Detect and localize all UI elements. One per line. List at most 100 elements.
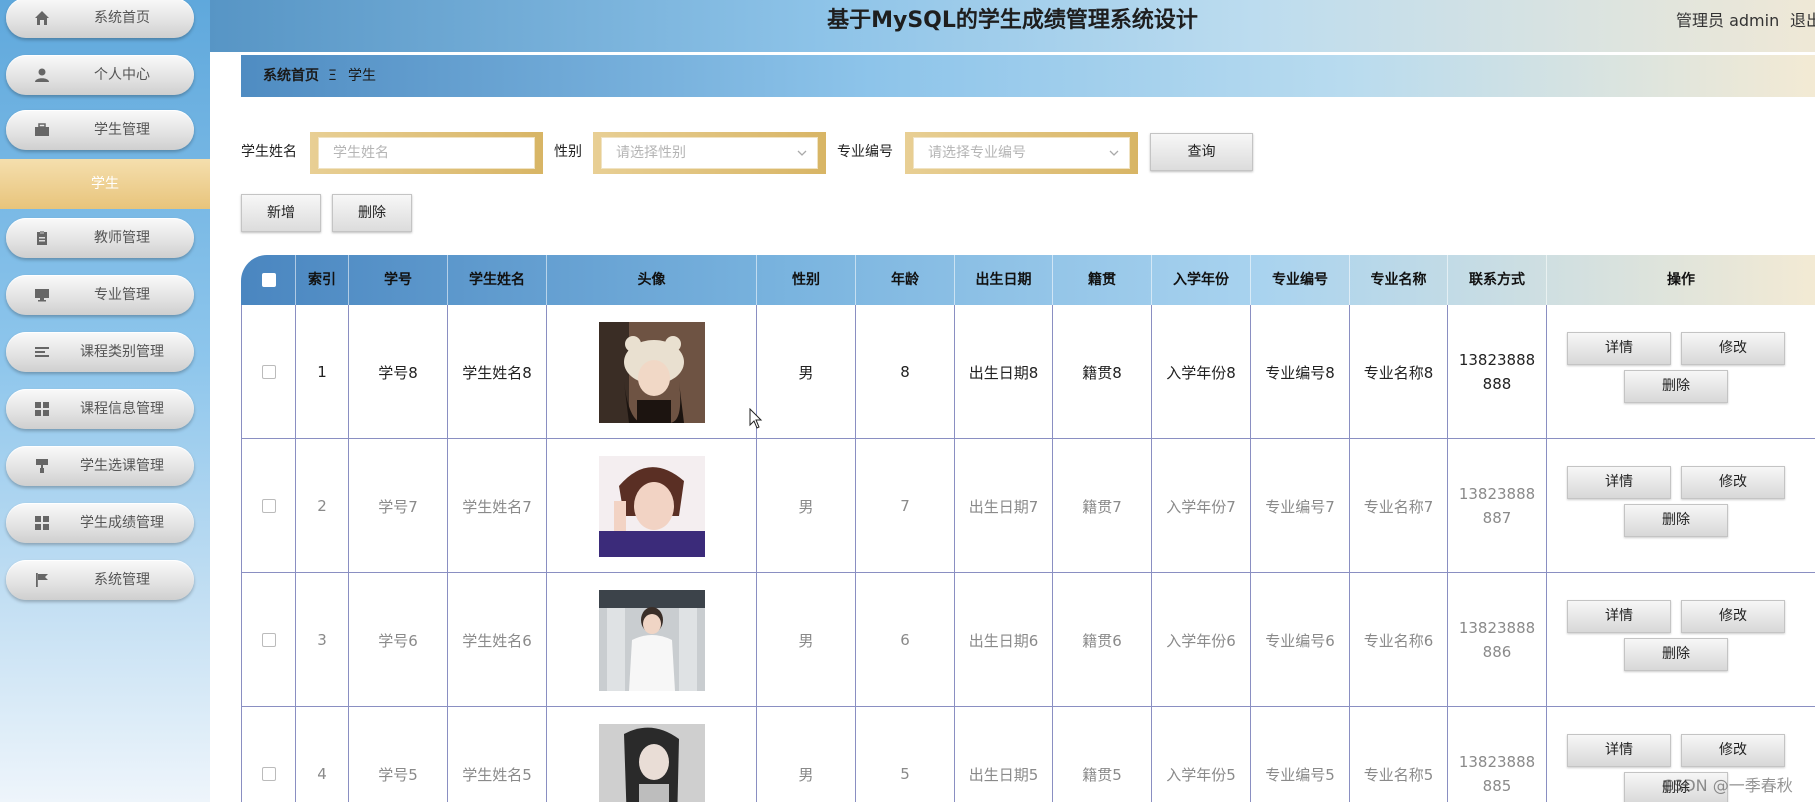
sidebar-item-system-mgmt[interactable]: 系统管理 xyxy=(6,560,194,600)
phone-line-2: 888 xyxy=(1482,375,1512,393)
top-header: 基于MySQL的学生成绩管理系统设计 管理员 admin 退出 xyxy=(210,0,1815,52)
row-checkbox[interactable] xyxy=(261,633,276,647)
col-birth-date: 出生日期 xyxy=(955,255,1053,305)
gender-select[interactable]: 请选择性别 xyxy=(593,132,826,174)
cell-index: 3 xyxy=(296,573,349,707)
cell-major-no: 专业编号5 xyxy=(1251,707,1350,802)
cell-major-name: 专业名称7 xyxy=(1350,439,1448,573)
table-header: 索引 学号 学生姓名 头像 性别 年龄 出生日期 籍贯 入学年份 专业编号 专业… xyxy=(241,255,1815,305)
current-user: 管理员 admin xyxy=(1676,11,1780,30)
breadcrumb-home[interactable]: 系统首页 xyxy=(263,55,319,97)
cell-major-name: 专业名称8 xyxy=(1350,305,1448,439)
add-button[interactable]: 新增 xyxy=(241,194,321,232)
chevron-down-icon xyxy=(797,150,807,156)
sidebar-item-course-category-mgmt[interactable]: 课程类别管理 xyxy=(6,332,194,372)
cell-major-no: 专业编号8 xyxy=(1251,305,1350,439)
sidebar-item-profile[interactable]: 个人中心 xyxy=(6,55,194,95)
sidebar-sub-item-student[interactable]: 学生 xyxy=(0,159,210,209)
gender-label: 性别 xyxy=(554,144,582,160)
col-major-name: 专业名称 xyxy=(1350,255,1448,305)
row-checkbox[interactable] xyxy=(261,365,276,379)
major-no-select[interactable]: 请选择专业编号 xyxy=(905,132,1138,174)
grid-icon xyxy=(35,516,49,530)
student-avatar-image xyxy=(598,589,705,691)
sidebar-item-label: 课程信息管理 xyxy=(80,401,164,417)
cell-student-name: 学生姓名6 xyxy=(448,573,547,707)
sidebar-item-student-mgmt[interactable]: 学生管理 xyxy=(6,110,194,150)
phone-line-2: 887 xyxy=(1482,509,1512,527)
col-avatar: 头像 xyxy=(547,255,757,305)
logout-link[interactable]: 退出 xyxy=(1790,0,1815,42)
delete-button[interactable]: 删除 xyxy=(1624,638,1728,671)
sidebar-item-label: 系统管理 xyxy=(94,572,150,588)
major-no-placeholder: 请选择专业编号 xyxy=(928,145,1026,161)
cell-student-name: 学生姓名8 xyxy=(448,305,547,439)
table-row: 1 学号8 学生姓名8 男 8 出生日期8 籍贯8 入学年份8 专业编号8 专业… xyxy=(241,305,1815,439)
detail-button[interactable]: 详情 xyxy=(1567,600,1671,633)
row-checkbox[interactable] xyxy=(261,499,276,513)
cell-origin: 籍贯6 xyxy=(1053,573,1152,707)
cell-age: 7 xyxy=(856,439,955,573)
cell-enroll-year: 入学年份5 xyxy=(1152,707,1251,802)
edit-button[interactable]: 修改 xyxy=(1681,734,1785,767)
batch-delete-button[interactable]: 删除 xyxy=(332,194,412,232)
monitor-icon xyxy=(35,289,49,302)
query-button[interactable]: 查询 xyxy=(1150,133,1253,171)
edit-button[interactable]: 修改 xyxy=(1681,466,1785,499)
clipboard-icon xyxy=(37,231,47,245)
cell-enroll-year: 入学年份7 xyxy=(1152,439,1251,573)
sidebar-item-course-selection-mgmt[interactable]: 学生选课管理 xyxy=(6,446,194,486)
sidebar: 系统首页 个人中心 学生管理 学生 教师管理 专业管理 课程类别管理 课程信息管… xyxy=(0,0,210,802)
phone-line-1: 13823888 xyxy=(1458,619,1536,637)
sidebar-sub-item-label: 学生 xyxy=(91,176,119,192)
student-name-placeholder: 学生姓名 xyxy=(333,145,389,161)
list-icon xyxy=(35,347,49,357)
select-all-checkbox[interactable] xyxy=(262,273,276,287)
detail-button[interactable]: 详情 xyxy=(1567,466,1671,499)
cell-enroll-year: 入学年份6 xyxy=(1152,573,1251,707)
sidebar-item-score-mgmt[interactable]: 学生成绩管理 xyxy=(6,503,194,543)
col-origin: 籍贯 xyxy=(1053,255,1152,305)
cell-phone: 13823888 886 xyxy=(1448,573,1547,707)
cell-avatar xyxy=(547,707,757,802)
cell-gender: 男 xyxy=(757,573,856,707)
cell-birth-date: 出生日期8 xyxy=(955,305,1053,439)
sidebar-item-label: 个人中心 xyxy=(94,67,150,83)
sidebar-item-label: 教师管理 xyxy=(94,230,150,246)
detail-button[interactable]: 详情 xyxy=(1567,734,1671,767)
delete-button[interactable]: 删除 xyxy=(1624,370,1728,403)
cell-student-id: 学号5 xyxy=(349,707,448,802)
cell-operations: 详情 修改 删除 xyxy=(1547,573,1815,707)
sidebar-item-course-info-mgmt[interactable]: 课程信息管理 xyxy=(6,389,194,429)
sidebar-item-major-mgmt[interactable]: 专业管理 xyxy=(6,275,194,315)
row-select-cell xyxy=(241,439,296,573)
chevron-down-icon xyxy=(1109,150,1119,156)
cell-origin: 籍贯8 xyxy=(1053,305,1152,439)
sidebar-item-home[interactable]: 系统首页 xyxy=(6,0,194,38)
phone-line-2: 885 xyxy=(1482,777,1512,795)
breadcrumb: 系统首页 Ξ 学生 xyxy=(241,55,1815,97)
sidebar-item-teacher-mgmt[interactable]: 教师管理 xyxy=(6,218,194,258)
cell-phone: 13823888 887 xyxy=(1448,439,1547,573)
cell-student-name: 学生姓名7 xyxy=(448,439,547,573)
edit-button[interactable]: 修改 xyxy=(1681,332,1785,365)
detail-button[interactable]: 详情 xyxy=(1567,332,1671,365)
row-select-cell xyxy=(241,573,296,707)
table-row: 3 学号6 学生姓名6 男 6 出生日期6 籍贯6 入学年份6 专业编号6 专业… xyxy=(241,573,1815,707)
cell-origin: 籍贯5 xyxy=(1053,707,1152,802)
cell-avatar xyxy=(547,305,757,439)
col-enroll-year: 入学年份 xyxy=(1152,255,1251,305)
delete-button[interactable]: 删除 xyxy=(1624,504,1728,537)
cell-student-id: 学号7 xyxy=(349,439,448,573)
flag-icon xyxy=(36,573,48,587)
edit-button[interactable]: 修改 xyxy=(1681,600,1785,633)
breadcrumb-current: 学生 xyxy=(348,68,376,84)
row-checkbox[interactable] xyxy=(261,767,276,781)
cell-operations: 详情 修改 删除 xyxy=(1547,439,1815,573)
student-name-input[interactable]: 学生姓名 xyxy=(310,132,543,174)
cell-birth-date: 出生日期5 xyxy=(955,707,1053,802)
col-major-no: 专业编号 xyxy=(1251,255,1350,305)
phone-line-1: 13823888 xyxy=(1458,485,1536,503)
cell-phone: 13823888 885 xyxy=(1448,707,1547,802)
sidebar-item-label: 专业管理 xyxy=(94,287,150,303)
